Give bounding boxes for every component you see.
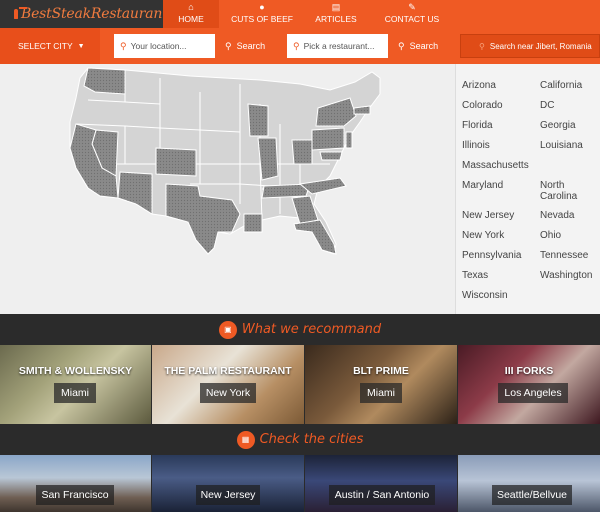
restaurant-name: SMITH & WOLLENSKY	[18, 365, 133, 377]
state-link[interactable]: Colorado	[462, 100, 503, 111]
state-link[interactable]: Florida	[462, 120, 493, 131]
state-link[interactable]: Georgia	[540, 120, 576, 131]
state-florida	[293, 219, 337, 255]
pencil-icon: ✎	[408, 2, 416, 12]
nav-home[interactable]: ⌂ HOME	[163, 0, 219, 28]
location-placeholder: Your location...	[130, 41, 187, 51]
restaurant-city: Miami	[54, 383, 96, 403]
nav-cuts-label: CUTS OF BEEF	[231, 14, 293, 24]
state-massachusetts	[353, 105, 371, 115]
state-wisconsin	[247, 103, 269, 137]
city-name: New Jersey	[196, 485, 260, 505]
location-input[interactable]: ⚲ Your location...	[114, 34, 215, 58]
recommend-section-header: ▣ What we recommand	[0, 314, 600, 345]
state-link[interactable]: Wisconsin	[462, 290, 508, 301]
restaurant-name: THE PALM RESTAURANT	[164, 365, 292, 377]
restaurant-name: III FORKS	[504, 365, 554, 377]
nav-contact-label: CONTACT US	[384, 14, 440, 24]
location-search-button[interactable]: ⚲ Search	[215, 34, 275, 58]
state-louisiana	[243, 213, 263, 233]
location-pin-icon: ⚲	[479, 41, 485, 51]
state-link[interactable]: Louisiana	[540, 140, 583, 151]
state-pennsylvania	[311, 127, 345, 151]
state-link[interactable]: North Carolina	[540, 180, 596, 202]
caret-down-icon: ▼	[77, 42, 85, 50]
top-navbar: BestSteakRestaurant ⌂ HOME ● CUTS OF BEE…	[0, 0, 600, 28]
state-maryland	[319, 151, 343, 161]
search-icon: ⚲	[398, 40, 405, 51]
state-link[interactable]: Ohio	[540, 230, 561, 241]
nav-articles[interactable]: ▤ ARTICLES	[305, 0, 367, 28]
restaurant-input[interactable]: ⚲ Pick a restaurant...	[287, 34, 388, 58]
location-search-label: Search	[236, 41, 266, 51]
restaurant-placeholder: Pick a restaurant...	[303, 41, 375, 51]
select-city-label: SELECT CITY	[18, 41, 73, 51]
restaurant-card[interactable]: III FORKS Los Angeles	[458, 345, 600, 424]
state-link[interactable]: Massachusetts	[462, 160, 529, 171]
map-icon: ▣	[218, 320, 237, 339]
city-name: Austin / San Antonio	[329, 485, 435, 505]
state-link[interactable]: Tennessee	[540, 250, 588, 261]
city-cards: San Francisco New Jersey Austin / San An…	[0, 455, 600, 512]
state-link[interactable]: New Jersey	[462, 210, 514, 221]
cities-title: Check the cities	[259, 432, 364, 447]
us-map[interactable]	[0, 64, 455, 314]
select-city-dropdown[interactable]: SELECT CITY ▼	[0, 28, 100, 64]
cities-section-header: ▦ Check the cities	[0, 424, 600, 455]
restaurant-card[interactable]: BLT PRIME Miami	[305, 345, 457, 424]
restaurant-card[interactable]: THE PALM RESTAURANT New York	[152, 345, 304, 424]
main-nav: ⌂ HOME ● CUTS OF BEEF ▤ ARTICLES ✎ CONTA…	[163, 0, 457, 28]
restaurant-search-label: Search	[409, 41, 439, 51]
state-link[interactable]: DC	[540, 100, 554, 111]
search-near-label: Search near Jibert, Romania	[489, 41, 592, 51]
state-link[interactable]: California	[540, 80, 582, 91]
city-card[interactable]: Austin / San Antonio	[305, 455, 457, 512]
city-name: Seattle/Bellvue	[492, 485, 572, 505]
restaurant-search-button[interactable]: ⚲ Search	[388, 34, 448, 58]
article-icon: ▤	[331, 2, 341, 12]
states-list-panel: Arizona California Colorado DC Florida G…	[455, 64, 600, 314]
state-illinois	[257, 137, 279, 181]
building-icon: ▦	[236, 430, 255, 449]
restaurant-icon: ⚲	[293, 40, 300, 51]
state-link[interactable]: Nevada	[540, 210, 574, 221]
nav-cuts-of-beef[interactable]: ● CUTS OF BEEF	[219, 0, 305, 28]
logo-text: BestSteakRestaurant	[21, 6, 168, 22]
state-link[interactable]: New York	[462, 230, 504, 241]
home-icon: ⌂	[188, 2, 194, 12]
city-card[interactable]: San Francisco	[0, 455, 151, 512]
restaurant-city: Los Angeles	[498, 383, 568, 403]
search-near-button[interactable]: ⚲ Search near Jibert, Romania	[460, 34, 600, 58]
restaurant-cards: SMITH & WOLLENSKY Miami THE PALM RESTAUR…	[0, 345, 600, 424]
search-bar: SELECT CITY ▼ ⚲ Your location... ⚲ Searc…	[0, 28, 600, 64]
state-new-jersey	[345, 131, 353, 149]
location-pin-icon: ⚲	[120, 40, 127, 51]
nav-contact[interactable]: ✎ CONTACT US	[367, 0, 457, 28]
search-icon: ⚲	[225, 40, 232, 51]
state-ohio	[291, 139, 313, 165]
nav-articles-label: ARTICLES	[315, 14, 357, 24]
restaurant-name: BLT PRIME	[353, 365, 409, 377]
site-logo[interactable]: BestSteakRestaurant	[0, 0, 168, 28]
us-map-area	[0, 64, 455, 314]
state-link[interactable]: Pennsylvania	[462, 250, 521, 261]
state-colorado	[155, 147, 197, 177]
state-arizona	[117, 171, 153, 215]
nav-home-label: HOME	[178, 14, 204, 24]
steak-logo-icon	[14, 7, 27, 19]
city-card[interactable]: New Jersey	[152, 455, 304, 512]
state-link[interactable]: Maryland	[462, 180, 503, 191]
state-link[interactable]: Arizona	[462, 80, 496, 91]
state-link[interactable]: Texas	[462, 270, 488, 281]
recommend-title: What we recommand	[241, 322, 382, 337]
steak-icon: ●	[259, 2, 265, 12]
city-card[interactable]: Seattle/Bellvue	[458, 455, 600, 512]
state-link[interactable]: Washington	[540, 270, 592, 281]
state-link[interactable]: Illinois	[462, 140, 490, 151]
restaurant-city: Miami	[360, 383, 402, 403]
restaurant-city: New York	[200, 383, 256, 403]
restaurant-card[interactable]: SMITH & WOLLENSKY Miami	[0, 345, 151, 424]
city-name: San Francisco	[36, 485, 114, 505]
